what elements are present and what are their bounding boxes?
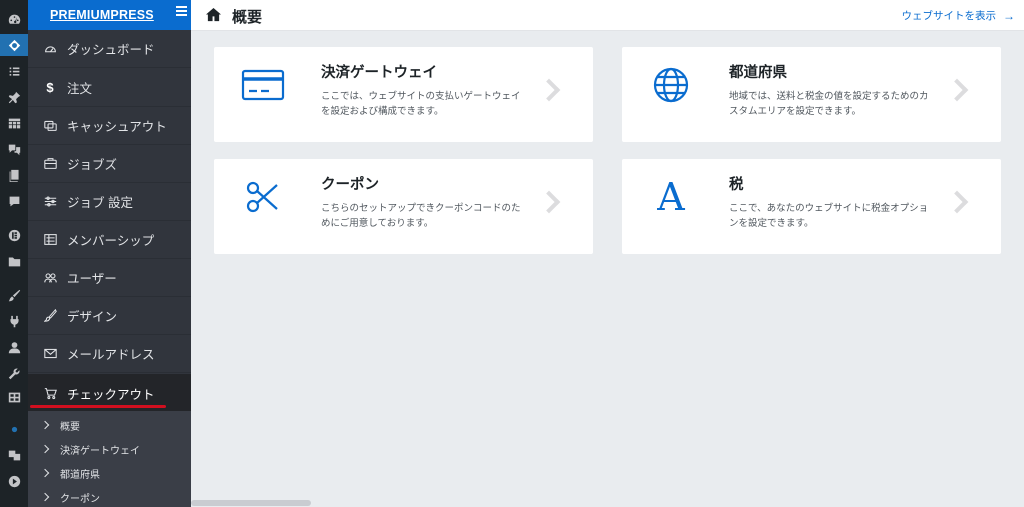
sidebar-item-label: ジョブ 設定 [67, 196, 133, 210]
brand-logo-link[interactable]: PREMIUMPRESS [50, 8, 154, 22]
wp-list-icon[interactable] [0, 60, 28, 82]
sidebar-item-dashboard[interactable]: ダッシュボード [28, 30, 191, 68]
wp-language-icon[interactable] [0, 444, 28, 466]
wp-posts-pin-icon[interactable] [0, 86, 28, 108]
letter-a-icon: A [657, 175, 685, 219]
submenu-item-payment-gateway[interactable]: 決済ゲートウェイ [28, 437, 140, 461]
sidebar-item-label: ダッシュボード [67, 43, 155, 57]
chevron-right-icon [40, 492, 50, 502]
sidebar-item-label: メールアドレス [67, 348, 155, 362]
card-description: こちらのセットアップできクーポンコードのためにご用意しております。 [321, 203, 521, 229]
wp-tools-icon[interactable] [0, 362, 28, 384]
wp-pages-icon[interactable] [0, 164, 28, 186]
sidebar-item-orders[interactable]: $ 注文 [28, 69, 191, 107]
horizontal-scrollbar[interactable] [191, 500, 311, 506]
wp-grid-icon[interactable] [0, 112, 28, 134]
sidebar-item-job-settings[interactable]: ジョブ 設定 [28, 183, 191, 221]
chevron-right-icon [945, 78, 969, 102]
wp-folder-icon[interactable] [0, 250, 28, 272]
view-website-label: ウェブサイトを表示 [901, 10, 997, 22]
wp-settings-icon[interactable] [0, 386, 28, 408]
card-title: 都道府県 [729, 65, 787, 81]
sidebar-item-cashout[interactable]: キャッシュアウト [28, 107, 191, 145]
scissors-icon [240, 177, 286, 217]
card-title: 税 [729, 177, 744, 193]
submenu-item-label: 概要 [60, 421, 80, 433]
cart-icon [42, 385, 58, 401]
cashout-icon [42, 118, 58, 134]
submenu-item-label: クーポン [60, 493, 100, 505]
sidebar-item-users[interactable]: ユーザー [28, 259, 191, 297]
wp-admin-iconbar [0, 0, 28, 507]
membership-icon [42, 232, 58, 248]
hamburger-menu-icon[interactable] [176, 6, 187, 18]
checkout-submenu: 概要 決済ゲートウェイ 都道府県 クーポン [28, 411, 191, 507]
sidebar-item-label: 注文 [67, 82, 93, 96]
wp-premiumpress-icon[interactable] [0, 34, 28, 56]
card-title: クーポン [321, 177, 379, 193]
brush-icon [42, 308, 58, 324]
sidebar-item-email[interactable]: メールアドレス [28, 335, 191, 373]
view-website-link[interactable]: ウェブサイトを表示 → [902, 8, 1016, 23]
chevron-right-icon [945, 190, 969, 214]
wp-translate-icon[interactable] [0, 138, 28, 160]
card-coupons[interactable]: クーポン こちらのセットアップできクーポンコードのためにご用意しております。 [214, 159, 593, 254]
wp-dashboard-icon[interactable] [0, 8, 28, 30]
page-title: 概要 [232, 9, 263, 26]
sidebar-item-label: ジョブズ [67, 158, 118, 172]
submenu-item-overview[interactable]: 概要 [28, 413, 80, 437]
wp-comments-icon[interactable] [0, 190, 28, 212]
briefcase-icon [42, 156, 58, 172]
sidebar-item-label: キャッシュアウト [67, 120, 167, 134]
sidebar-item-label: デザイン [67, 310, 118, 324]
submenu-item-coupons[interactable]: クーポン [28, 485, 100, 507]
home-icon [206, 7, 221, 22]
wp-plugins-icon[interactable] [0, 310, 28, 332]
wp-small-logo-icon[interactable] [0, 418, 28, 440]
sidebar-item-label: ユーザー [67, 272, 117, 286]
chevron-right-icon [40, 444, 50, 454]
dollar-icon: $ [46, 80, 54, 95]
globe-icon [648, 65, 694, 105]
chevron-right-icon [40, 420, 50, 430]
chevron-right-icon [537, 78, 561, 102]
brand-header: PREMIUMPRESS [28, 0, 191, 30]
wp-appearance-icon[interactable] [0, 284, 28, 306]
sidebar-item-membership[interactable]: メンバーシップ [28, 221, 191, 259]
top-bar: 概要 ウェブサイトを表示 → [191, 0, 1024, 31]
sidebar-item-label: メンバーシップ [67, 234, 155, 248]
submenu-item-label: 都道府県 [60, 469, 100, 481]
chevron-right-icon [537, 190, 561, 214]
wp-elementor-icon[interactable] [0, 224, 28, 246]
settings-sliders-icon [42, 194, 58, 210]
submenu-item-regions[interactable]: 都道府県 [28, 461, 100, 485]
credit-card-icon [240, 65, 286, 105]
sidebar: PREMIUMPRESS ダッシュボード $ 注文 キャッシュアウト ジョブズ … [28, 0, 191, 507]
sidebar-item-label: チェックアウト [67, 387, 155, 402]
card-tax[interactable]: A 税 ここで、あなたのウェブサイトに税金オプションを設定できます。 [622, 159, 1001, 254]
current-item-underline [30, 405, 166, 408]
sidebar-item-design[interactable]: デザイン [28, 297, 191, 335]
sidebar-item-jobs[interactable]: ジョブズ [28, 145, 191, 183]
wp-users-icon[interactable] [0, 336, 28, 358]
card-payment-gateway[interactable]: 決済ゲートウェイ ここでは、ウェブサイトの支払いゲートウェイを設定および構成でき… [214, 47, 593, 142]
card-description: ここでは、ウェブサイトの支払いゲートウェイを設定および構成できます。 [321, 91, 521, 117]
chevron-right-icon [40, 468, 50, 478]
card-description: ここで、あなたのウェブサイトに税金オプションを設定できます。 [729, 203, 929, 229]
wp-play-icon[interactable] [0, 470, 28, 492]
dashboard-gauge-icon [42, 41, 58, 57]
card-regions[interactable]: 都道府県 地域では、送料と税金の値を設定するためのカスタムエリアを設定できます。 [622, 47, 1001, 142]
envelope-icon [42, 346, 58, 362]
card-title: 決済ゲートウェイ [321, 65, 437, 81]
arrow-right-icon: → [1003, 8, 1015, 23]
card-description: 地域では、送料と税金の値を設定するためのカスタムエリアを設定できます。 [729, 91, 929, 117]
submenu-item-label: 決済ゲートウェイ [60, 445, 140, 457]
users-icon [42, 270, 58, 286]
